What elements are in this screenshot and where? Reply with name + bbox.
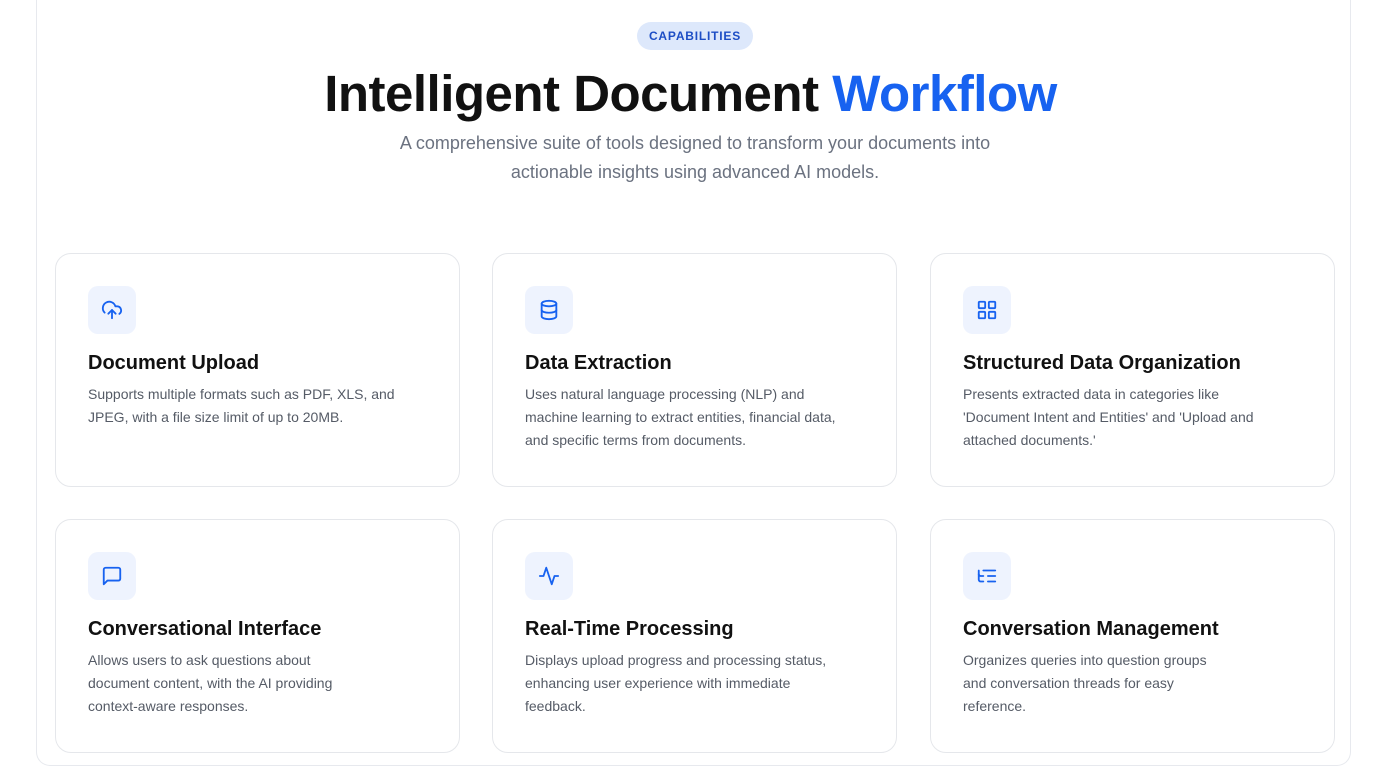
feature-title: Structured Data Organization — [963, 352, 1241, 374]
feature-description: Presents extracted data in categories li… — [963, 386, 1254, 448]
section-title-main: Intelligent Document — [324, 65, 833, 122]
badge-label: CAPABILITIES — [648, 29, 742, 43]
feature-card-conversation-management: Conversation Management Organizes querie… — [930, 519, 1335, 753]
feature-card-data-extraction: Data Extraction Uses natural language pr… — [492, 253, 897, 487]
feature-description: Displays upload progress and processing … — [525, 652, 827, 714]
feature-title: Conversational Interface — [88, 618, 322, 640]
section-title-accent: Workflow — [832, 65, 1057, 122]
feature-description: Uses natural language processing (NLP) a… — [525, 386, 836, 448]
activity-icon — [525, 552, 573, 600]
section-title: Intelligent Document Workflow — [0, 64, 1381, 124]
cloud-upload-icon — [88, 286, 136, 334]
feature-title: Document Upload — [88, 352, 260, 374]
list-tree-icon — [963, 552, 1011, 600]
database-icon — [525, 286, 573, 334]
feature-description: Organizes queries into question groups a… — [963, 652, 1207, 714]
feature-description: Supports multiple formats such as PDF, X… — [88, 386, 395, 425]
grid-icon — [963, 286, 1011, 334]
message-square-icon — [88, 552, 136, 600]
capabilities-badge: CAPABILITIES — [637, 22, 753, 50]
feature-description: Allows users to ask questions about docu… — [88, 652, 333, 714]
section-subtitle: A comprehensive suite of tools designed … — [390, 129, 1000, 187]
feature-card-real-time-processing: Real-Time Processing Displays upload pro… — [492, 519, 897, 753]
subtitle-line: actionable insights using advanced AI mo… — [510, 162, 880, 182]
feature-title: Data Extraction — [525, 352, 672, 374]
feature-card-structured-data: Structured Data Organization Presents ex… — [930, 253, 1335, 487]
feature-card-conversational-interface: Conversational Interface Allows users to… — [55, 519, 460, 753]
feature-card-document-upload: Document Upload Supports multiple format… — [55, 253, 460, 487]
feature-title: Real-Time Processing — [525, 618, 734, 640]
subtitle-line: A comprehensive suite of tools designed … — [399, 133, 991, 153]
feature-title: Conversation Management — [963, 618, 1219, 640]
